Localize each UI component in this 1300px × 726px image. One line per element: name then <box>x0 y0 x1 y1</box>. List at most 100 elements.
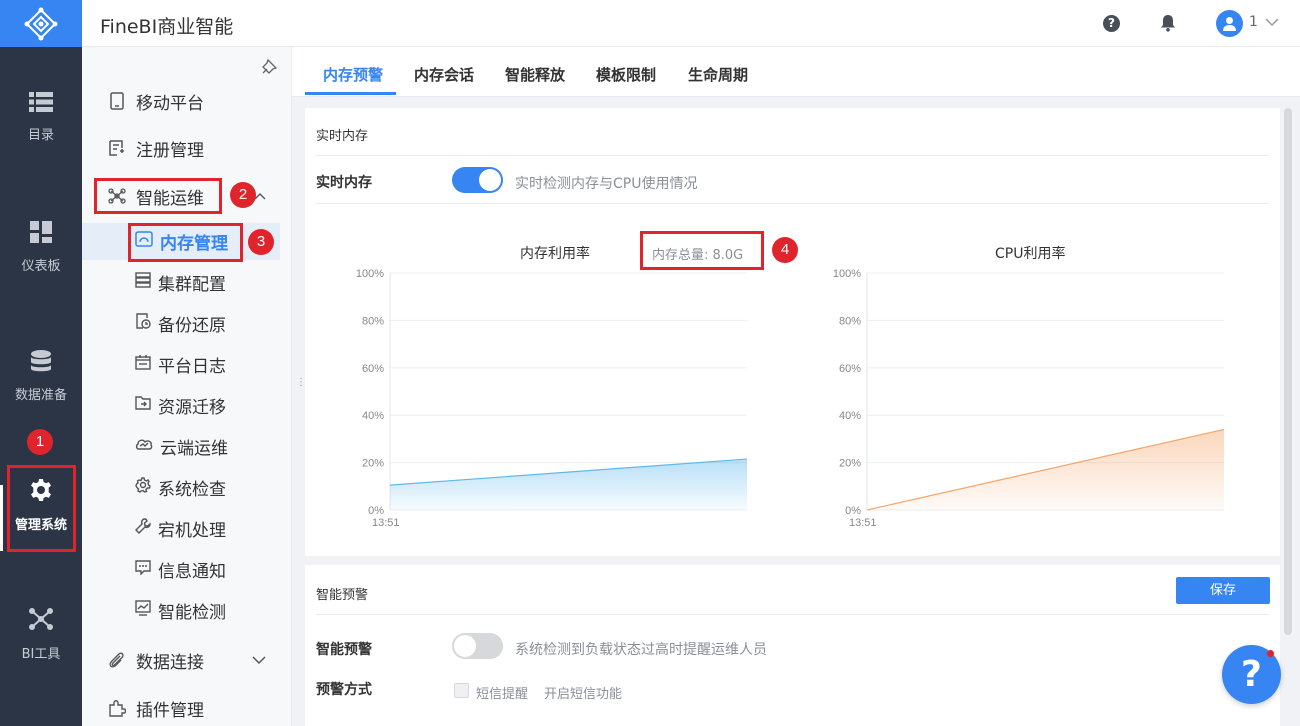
tab-lifecycle[interactable]: 生命周期 <box>688 64 748 85</box>
resize-handle[interactable]: ⋮ <box>296 377 306 388</box>
tab-template-limit[interactable]: 模板限制 <box>596 64 656 85</box>
annotation-box-memory <box>128 223 243 262</box>
user-name[interactable]: 1 <box>1249 14 1258 30</box>
nav-label: 仪表板 <box>21 259 61 274</box>
sidebar-item-mobile[interactable]: 移动平台 <box>82 83 292 119</box>
sidebar-item-label: 插件管理 <box>136 700 204 721</box>
tab-active-underline <box>305 92 396 95</box>
alert-section-title: 智能预警 <box>316 588 369 603</box>
chevron-down-icon[interactable] <box>1264 14 1280 30</box>
series-area <box>390 459 747 510</box>
annotation-badge-2: 2 <box>230 182 256 208</box>
app-title: FineBI商业智能 <box>100 16 234 38</box>
tab-memory-session[interactable]: 内存会话 <box>414 64 474 85</box>
register-icon <box>106 137 128 159</box>
y-tick-label: 40% <box>839 410 861 422</box>
backup-icon <box>135 312 151 334</box>
sidebar-item-label: 数据连接 <box>136 652 204 673</box>
nav-item-data-prep[interactable]: 数据准备 <box>0 350 82 403</box>
database-icon <box>31 350 51 372</box>
sidebar-sub-label: 平台日志 <box>158 356 226 377</box>
alert-toggle[interactable] <box>452 633 503 659</box>
sidebar-item-backup[interactable]: 备份还原 <box>82 305 292 341</box>
list-icon <box>29 92 53 112</box>
sidebar-item-log[interactable]: 平台日志 <box>82 346 292 382</box>
sidebar-sub-label: 信息通知 <box>158 561 226 582</box>
main-nav: 目录 仪表板 数据准备 管理系统 BI工具 <box>0 47 82 726</box>
sms-desc: 开启短信功能 <box>544 687 623 702</box>
divider <box>316 203 1269 204</box>
sidebar-item-cluster[interactable]: 集群配置 <box>82 264 292 300</box>
pin-icon[interactable] <box>262 58 278 74</box>
annotation-badge-3: 3 <box>248 229 274 255</box>
sidebar-sub-label: 备份还原 <box>158 315 226 336</box>
sidebar-item-notify[interactable]: 信息通知 <box>82 551 292 587</box>
nav-item-dashboard[interactable]: 仪表板 <box>0 221 82 274</box>
network-icon <box>29 608 53 630</box>
log-icon <box>135 354 151 375</box>
help-icon[interactable]: ? <box>1103 15 1120 32</box>
sidebar-sub-label: 资源迁移 <box>158 397 226 418</box>
tab-smart-release[interactable]: 智能释放 <box>505 64 565 85</box>
sidebar-sub-label: 智能检测 <box>158 602 226 623</box>
annotation-box-admin <box>7 465 76 552</box>
chevron-down-icon[interactable] <box>251 655 267 665</box>
memory-chart: 100% 80% 60% 40% 20% 0%13:51 <box>356 268 748 529</box>
app-logo[interactable] <box>0 0 82 47</box>
y-tick-label: 0% <box>368 505 384 517</box>
alert-row-label: 智能预警 <box>316 642 372 658</box>
y-tick-label: 40% <box>362 410 384 422</box>
realtime-desc: 实时检测内存与CPU使用情况 <box>515 176 698 192</box>
cpu-chart-title: CPU利用率 <box>995 246 1066 262</box>
x-tick-label: 13:51 <box>372 517 400 529</box>
nav-item-bi-tools[interactable]: BI工具 <box>0 607 82 662</box>
cpu-chart: 100% 80% 60% 40% 20% 0%13:51 <box>833 268 1225 529</box>
y-tick-label: 60% <box>839 363 861 375</box>
migrate-icon <box>135 395 151 416</box>
x-tick-label: 13:51 <box>849 517 877 529</box>
sidebar-sub-label: 集群配置 <box>158 274 226 295</box>
sidebar-item-detect[interactable]: 智能检测 <box>82 592 292 628</box>
y-tick-label: 20% <box>362 458 384 470</box>
sidebar-sub-label: 宕机处理 <box>158 520 226 541</box>
realtime-toggle[interactable] <box>452 167 503 193</box>
wrench-icon <box>135 517 151 539</box>
cluster-icon <box>135 271 151 293</box>
nav-label: 目录 <box>27 128 54 143</box>
tab-memory-alert[interactable]: 内存预警 <box>323 64 383 85</box>
y-tick-label: 80% <box>362 315 384 327</box>
y-tick-label: 0% <box>845 505 861 517</box>
avatar[interactable] <box>1216 10 1243 37</box>
monitor-icon <box>135 599 151 621</box>
toggle-knob <box>454 635 476 657</box>
logo-icon <box>24 7 58 40</box>
sms-checkbox[interactable] <box>454 683 469 698</box>
sidebar-item-plugin[interactable]: 插件管理 <box>82 690 292 726</box>
y-tick-label: 100% <box>833 268 861 280</box>
plugin-icon <box>106 697 128 719</box>
sidebar-item-system-check[interactable]: 系统检查 <box>82 469 292 505</box>
memory-chart-title: 内存利用率 <box>520 246 590 262</box>
check-icon <box>135 476 151 498</box>
scrollbar[interactable] <box>1284 108 1292 635</box>
sidebar-item-label: 移动平台 <box>136 93 204 114</box>
y-tick-label: 20% <box>839 458 861 470</box>
link-icon <box>106 649 128 671</box>
y-tick-label: 60% <box>362 363 384 375</box>
sidebar-item-crash[interactable]: 宕机处理 <box>82 510 292 546</box>
notification-dot <box>1267 650 1274 657</box>
nav-label: BI工具 <box>21 647 61 662</box>
annotation-badge-4: 4 <box>772 237 798 263</box>
sidebar-item-migrate[interactable]: 资源迁移 <box>82 387 292 423</box>
cloud-ops-icon <box>135 436 153 456</box>
bell-icon[interactable] <box>1160 14 1176 32</box>
annotation-box-mem-total <box>640 231 764 270</box>
sidebar-item-cloud-ops[interactable]: 云端运维 <box>82 428 292 464</box>
sms-label: 短信提醒 <box>476 687 529 702</box>
nav-item-catalog[interactable]: 目录 <box>0 92 82 143</box>
sidebar-item-register[interactable]: 注册管理 <box>82 130 292 166</box>
save-button[interactable]: 保存 <box>1176 577 1270 604</box>
message-icon <box>135 559 151 580</box>
alert-method-label: 预警方式 <box>316 682 372 698</box>
y-tick-label: 80% <box>839 315 861 327</box>
